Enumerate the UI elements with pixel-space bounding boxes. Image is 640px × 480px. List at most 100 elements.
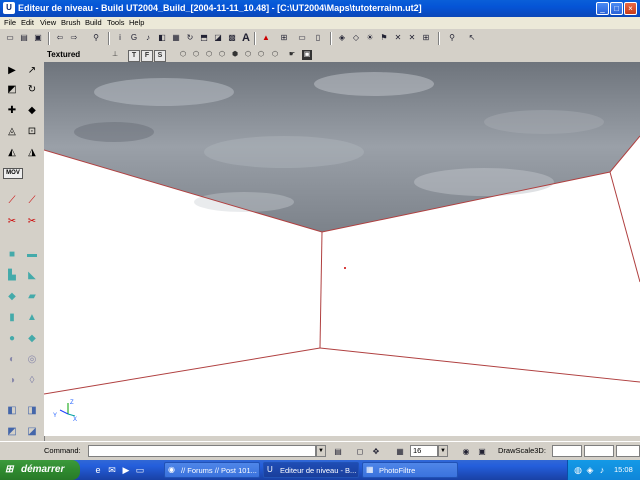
grid-size-select[interactable]: 16	[410, 445, 438, 457]
font-browser-icon[interactable]: A	[240, 32, 252, 44]
view-mode-t-button[interactable]: T	[128, 50, 140, 62]
prefab-browser-icon[interactable]: ⬒	[198, 32, 210, 44]
sphere-brush-icon[interactable]: ●	[3, 330, 21, 348]
rotate-icon[interactable]: ↻	[23, 81, 41, 99]
camera-move-icon[interactable]: ▶	[3, 62, 21, 80]
bsp-cuts-icon[interactable]: ⬡	[217, 50, 227, 60]
loft-brush-icon[interactable]: ◊	[23, 372, 41, 390]
taskbar-item-editor[interactable]: U Editeur de niveau - B...	[263, 462, 359, 478]
texture-browser-icon[interactable]: ▦	[170, 32, 182, 44]
scale-icon[interactable]: ✚	[3, 102, 21, 120]
grid-toggle-icon[interactable]: ▦	[394, 446, 406, 458]
log-window-icon[interactable]: ▤	[332, 446, 344, 458]
lathe-brush-icon[interactable]: ◑	[3, 372, 21, 390]
actor-info-icon[interactable]: i	[114, 32, 126, 44]
media-player-quicklaunch-icon[interactable]: ▶	[120, 464, 132, 476]
menu-edit[interactable]: Edit	[21, 18, 34, 27]
wireframe-view-icon[interactable]: ⬡	[178, 50, 188, 60]
sheet-brush-icon[interactable]: ▬	[23, 246, 41, 264]
view-mode-s-button[interactable]: S	[154, 50, 166, 62]
redo-icon[interactable]: ⇨	[68, 32, 80, 44]
drawscale-y-input[interactable]	[584, 445, 614, 457]
tetrahedron-brush-icon[interactable]: ◆	[23, 330, 41, 348]
volumetric-brush-icon[interactable]: ◐	[3, 351, 21, 369]
tray-icon-3[interactable]: ♪	[596, 464, 608, 476]
ie-quicklaunch-icon[interactable]: e	[92, 464, 104, 476]
intersect-brush-icon[interactable]: ◩	[3, 423, 21, 441]
zone-view-icon[interactable]: ⬡	[191, 50, 201, 60]
spiral-stairs-icon[interactable]: ◆	[3, 288, 21, 306]
menu-file[interactable]: File	[4, 18, 16, 27]
terrain-tool-icon[interactable]: ▲	[260, 32, 272, 44]
matinee-icon[interactable]: ⊞	[278, 32, 290, 44]
close-button[interactable]: ×	[624, 2, 637, 15]
desktop-quicklaunch-icon[interactable]: ▭	[134, 464, 146, 476]
outlook-quicklaunch-icon[interactable]: ✉	[106, 464, 118, 476]
brush-clip-icon[interactable]: ◩	[3, 81, 21, 99]
unlit-view-icon[interactable]: ⬡	[256, 50, 266, 60]
cone-brush-icon[interactable]: ▲	[23, 309, 41, 327]
context-help-icon[interactable]: ↖	[466, 32, 478, 44]
face-drag-icon[interactable]: ◬	[3, 123, 21, 141]
view-mode-f-button[interactable]: F	[141, 50, 153, 62]
rebuild-bsp-icon[interactable]: ◇	[350, 32, 362, 44]
sound-browser-icon[interactable]: ♪	[142, 32, 154, 44]
add-brush-icon[interactable]: ◧	[3, 402, 21, 420]
pin-icon[interactable]: ⊥	[110, 50, 120, 60]
snap-vertex-icon[interactable]: ✥	[370, 446, 382, 458]
stairs-brush-icon[interactable]: ▙	[3, 267, 21, 285]
cube-brush-icon[interactable]: ■	[3, 246, 21, 264]
terrain-edit-icon[interactable]: ◭	[3, 144, 21, 162]
tray-icon-1[interactable]: ◍	[572, 464, 584, 476]
command-input[interactable]	[88, 445, 316, 457]
viewport-title[interactable]: Textured	[47, 50, 80, 59]
mesh-icon[interactable]: ▯	[312, 32, 324, 44]
texture-usage-icon[interactable]: ⬡	[204, 50, 214, 60]
rebuild-all-icon[interactable]: ✕	[392, 32, 404, 44]
textured-view-icon[interactable]: ⬢	[230, 50, 240, 60]
split-brush-icon[interactable]: ✂	[3, 213, 21, 231]
rebuild-lighting-icon[interactable]: ☀	[364, 32, 376, 44]
find-icon[interactable]: ⚲	[90, 32, 102, 44]
rebuild-paths-icon[interactable]: ⚑	[378, 32, 390, 44]
menu-brush[interactable]: Brush	[61, 18, 81, 27]
mov-icon[interactable]: MOV	[3, 168, 23, 179]
drawscale-x-input[interactable]	[552, 445, 582, 457]
new-icon[interactable]: ▭	[4, 32, 16, 44]
minimize-button[interactable]: _	[596, 2, 609, 15]
mesh-browser-icon[interactable]: ◧	[156, 32, 168, 44]
texture-pan-icon[interactable]: ⊡	[23, 123, 41, 141]
vertex-drag-icon[interactable]: ◆	[23, 102, 41, 120]
command-dropdown-icon[interactable]: ▼	[316, 445, 326, 457]
animation-browser-icon[interactable]: ↻	[184, 32, 196, 44]
menu-help[interactable]: Help	[129, 18, 144, 27]
lock-selection-icon[interactable]: ◻	[354, 446, 366, 458]
menu-build[interactable]: Build	[85, 18, 102, 27]
clip-line-icon[interactable]: ⟋	[3, 192, 21, 210]
taskbar-item-forums[interactable]: ◉ // Forums // Post 101...	[164, 462, 260, 478]
realtime-preview-icon[interactable]: ☛	[287, 50, 297, 60]
depth-complexity-icon[interactable]: ⬡	[270, 50, 280, 60]
window-title-bar[interactable]: U Editeur de niveau - Build UT2004_Build…	[0, 0, 640, 17]
viewport-options-icon[interactable]: ▣	[302, 50, 312, 60]
clock[interactable]: 15:08	[614, 465, 633, 474]
menu-view[interactable]: View	[40, 18, 56, 27]
static-mesh-icon[interactable]: ◪	[212, 32, 224, 44]
3d-viewport[interactable]: Z Y X	[44, 62, 640, 436]
script-icon[interactable]: ▩	[226, 32, 238, 44]
open-icon[interactable]: ▤	[18, 32, 30, 44]
drawscale-z-input[interactable]	[616, 445, 640, 457]
two-d-shape-icon[interactable]: ▭	[296, 32, 308, 44]
rotation-grid-icon[interactable]: ◉	[460, 446, 472, 458]
save-icon[interactable]: ▣	[32, 32, 44, 44]
delete-clip-icon[interactable]: ✂	[23, 213, 41, 231]
group-browser-icon[interactable]: G	[128, 32, 140, 44]
curved-stairs-icon[interactable]: ◣	[23, 267, 41, 285]
terrain-brush-icon[interactable]: ▰	[23, 288, 41, 306]
unreal-app-icon[interactable]: U	[3, 2, 15, 14]
lighting-only-icon[interactable]: ⬡	[243, 50, 253, 60]
rebuild-changed-icon[interactable]: ✕	[406, 32, 418, 44]
tray-icon-2[interactable]: ◈	[584, 464, 596, 476]
deintersect-brush-icon[interactable]: ◪	[23, 423, 41, 441]
maximize-button[interactable]: □	[610, 2, 623, 15]
